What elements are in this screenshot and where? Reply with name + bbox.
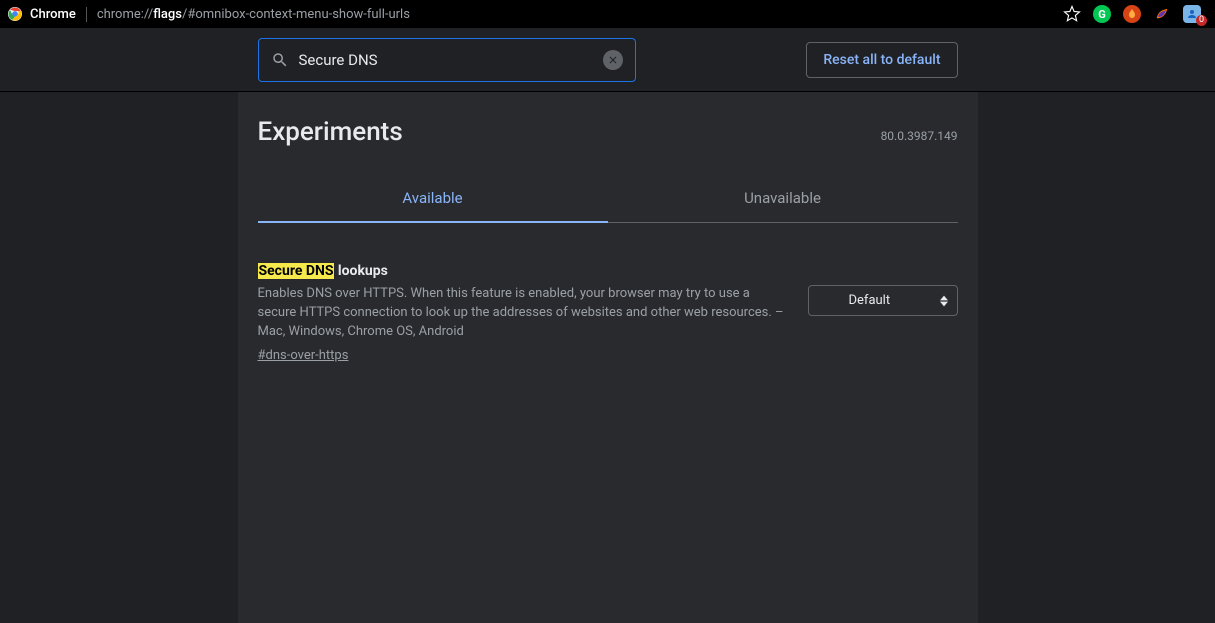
content-wrap: Experiments 80.0.3987.149 Available Unav… (0, 92, 1215, 623)
reset-all-button[interactable]: Reset all to default (806, 42, 957, 78)
flag-title-highlight: Secure DNS (258, 263, 335, 279)
search-box[interactable] (258, 38, 637, 82)
chrome-logo-icon (8, 7, 22, 21)
flags-header: Reset all to default (0, 28, 1215, 92)
extension-flame-icon[interactable] (1123, 5, 1141, 23)
url-prefix: chrome:// (97, 7, 153, 22)
extension-badge: 0 (1196, 15, 1207, 26)
flag-description: Enables DNS over HTTPS. When this featur… (258, 285, 788, 342)
flag-select-wrap: Default (808, 285, 958, 316)
page-title: Experiments (258, 117, 403, 147)
flag-state-select[interactable]: Default (808, 285, 958, 316)
extension-swoosh-icon[interactable] (1153, 5, 1171, 23)
flag-item: Secure DNS lookups Enables DNS over HTTP… (258, 263, 958, 363)
url-path: /#omnibox-context-menu-show-full-urls (182, 7, 410, 22)
tab-unavailable[interactable]: Unavailable (608, 175, 958, 222)
toolbar-actions: G 0 (1063, 5, 1207, 23)
extension-blue-icon[interactable]: 0 (1183, 5, 1201, 23)
address-bar[interactable]: chrome://flags/#omnibox-context-menu-sho… (95, 7, 1055, 22)
search-icon (271, 51, 289, 69)
flag-title-rest: lookups (334, 263, 387, 279)
tab-available[interactable]: Available (258, 175, 608, 223)
tabs: Available Unavailable (258, 175, 958, 223)
version-label: 80.0.3987.149 (881, 129, 958, 143)
flag-title: Secure DNS lookups (258, 263, 788, 279)
app-name-label: Chrome (30, 7, 87, 22)
extension-grammarly-icon[interactable]: G (1093, 5, 1111, 23)
clear-search-icon[interactable] (603, 50, 623, 70)
search-input[interactable] (299, 51, 594, 69)
bookmark-star-icon[interactable] (1063, 5, 1081, 23)
flag-anchor-link[interactable]: #dns-over-https (258, 348, 349, 363)
browser-toolbar: Chrome chrome://flags/#omnibox-context-m… (0, 0, 1215, 28)
url-host: flags (153, 7, 182, 22)
content-panel: Experiments 80.0.3987.149 Available Unav… (238, 92, 978, 623)
